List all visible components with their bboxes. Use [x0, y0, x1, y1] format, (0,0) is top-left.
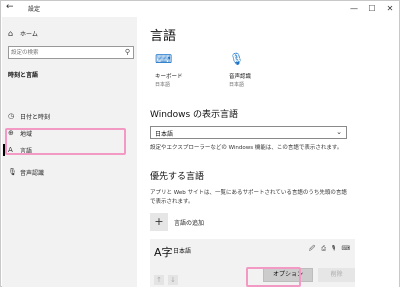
- maximize-button[interactable]: ☐: [363, 1, 381, 17]
- display-language-description: 設定やエクスプローラーなどの Windows 機能は、この言語で表示されます。: [150, 145, 343, 151]
- add-language-label: 言語の追加: [174, 219, 205, 227]
- tile-sublabel: 日本語: [229, 82, 245, 88]
- preferred-languages-heading: 優先する言語: [150, 172, 205, 182]
- tile-sublabel: 日本語: [155, 82, 171, 88]
- title-bar: ← 設定 — ☐ ✕: [1, 1, 399, 17]
- page-title: 言語: [150, 29, 177, 44]
- search-field[interactable]: ⚲: [8, 46, 134, 59]
- window-title: 設定: [28, 6, 41, 13]
- minimize-button[interactable]: —: [345, 1, 363, 17]
- display-language-heading: Windows の表示言語: [150, 110, 239, 120]
- back-arrow-icon[interactable]: ←: [6, 2, 14, 12]
- language-highlight-box: [5, 128, 126, 155]
- sidebar-item-label: 日付と時刻: [20, 113, 51, 121]
- plus-icon[interactable]: +: [150, 213, 168, 231]
- speech-tile[interactable]: 🎙 音声認識 日本語: [229, 52, 289, 92]
- sidebar-item-date-time[interactable]: ◷ 日付と時刻: [2, 107, 137, 125]
- chevron-down-icon: ⌄: [336, 128, 342, 136]
- sidebar-item-label: ホーム: [20, 30, 38, 38]
- tile-label: キーボード: [155, 74, 183, 80]
- sidebar-item-home[interactable]: ⌂ ホーム: [8, 28, 38, 38]
- search-icon[interactable]: ⚲: [125, 48, 130, 56]
- add-language-row[interactable]: + 言語の追加: [150, 213, 204, 231]
- move-up-button[interactable]: ↑: [154, 275, 164, 285]
- move-down-button[interactable]: ↓: [168, 275, 178, 285]
- microphone-icon: 🎙: [229, 52, 245, 66]
- language-icon: A字: [154, 246, 173, 259]
- close-button[interactable]: ✕: [381, 1, 399, 17]
- sidebar-item-speech[interactable]: 🎙 音声認識: [2, 163, 137, 181]
- language-feature-icons: 🖉 ⎙ 🎙 ⌨: [308, 245, 352, 252]
- microphone-icon: 🎙: [8, 168, 17, 176]
- options-highlight-box: [246, 267, 301, 287]
- dropdown-value: 日本語: [155, 131, 174, 138]
- preferred-languages-description: アプリと Web サイトは、一覧にあるサポートされている言語のうち先頭の言語で表…: [150, 190, 347, 205]
- search-input[interactable]: [11, 48, 119, 58]
- home-icon: ⌂: [8, 28, 14, 38]
- remove-button[interactable]: 削除: [318, 268, 355, 282]
- main-content: 言語 ⌨ キーボード 日本語 🎙 音声認識 日本語 Windows の表示言語 …: [137, 17, 399, 287]
- sidebar-item-label: 音声認識: [20, 169, 45, 177]
- calendar-clock-icon: ◷: [8, 112, 15, 120]
- sidebar-section-title: 時刻と言語: [8, 72, 39, 79]
- tile-label: 音声認識: [229, 74, 252, 80]
- keyboard-tile[interactable]: ⌨ キーボード 日本語: [155, 52, 215, 92]
- keyboard-icon: ⌨: [155, 52, 173, 66]
- language-name: 日本語: [173, 248, 192, 255]
- settings-window: ← 設定 — ☐ ✕ ⌂ ホーム ⚲ 時刻と言語 ◷ 日付と時刻 ⊕ 地域 A …: [0, 0, 400, 287]
- display-language-dropdown[interactable]: 日本語 ⌄: [150, 126, 347, 139]
